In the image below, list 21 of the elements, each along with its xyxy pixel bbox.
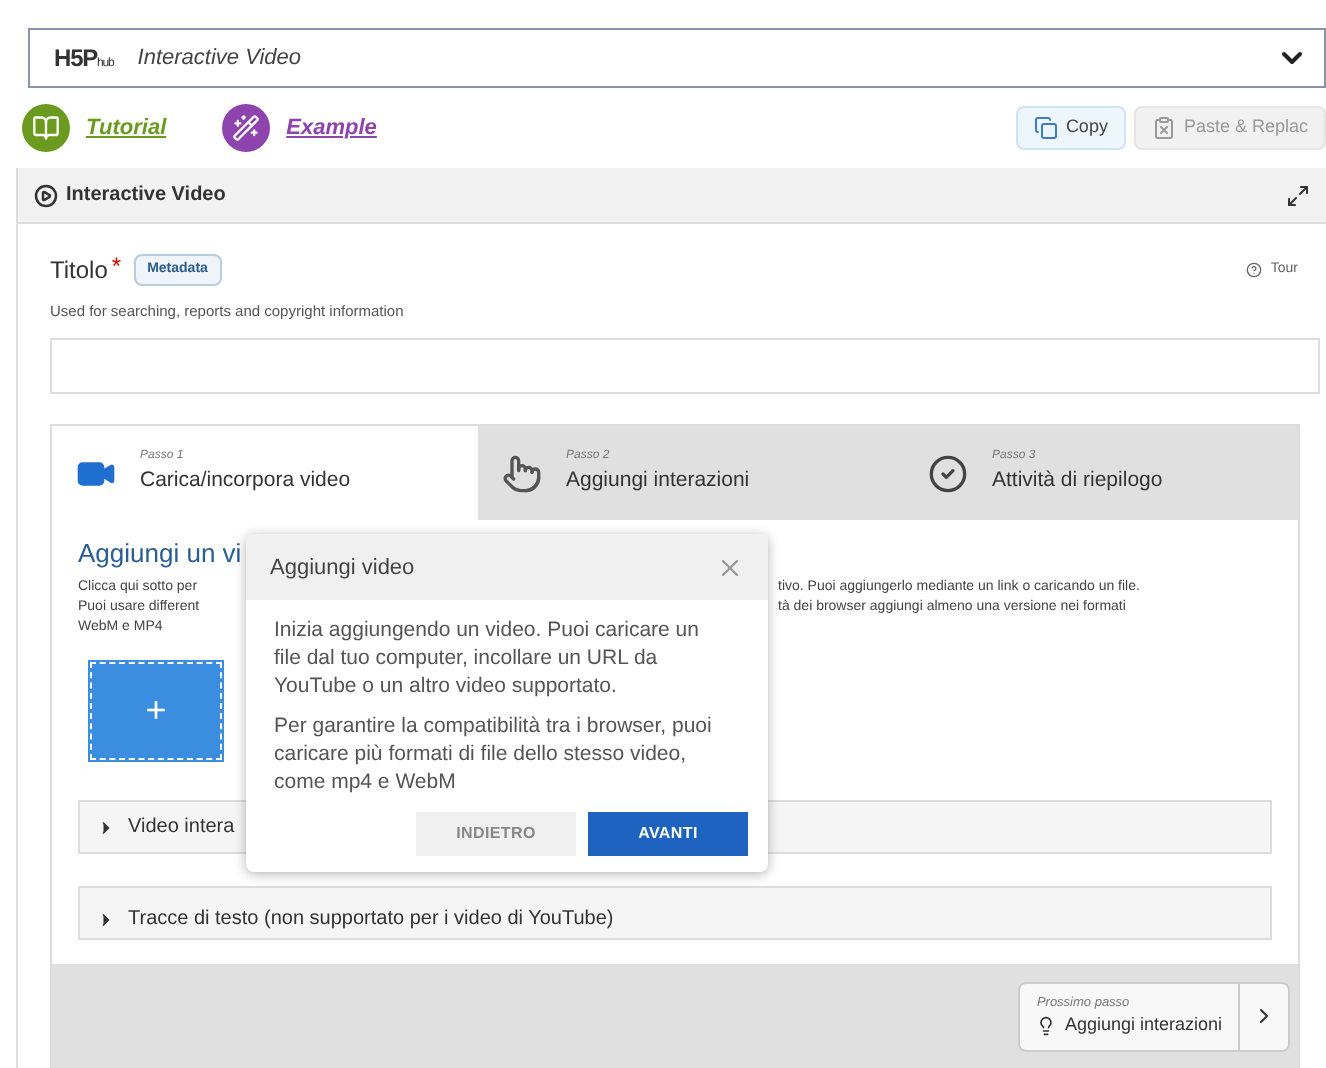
panel-title: Interactive Video — [66, 182, 226, 210]
copy-button[interactable]: Copy — [1015, 106, 1126, 150]
next-button[interactable]: AVANTI — [588, 812, 748, 857]
help-icon — [1246, 262, 1263, 278]
play-icon — [34, 183, 58, 207]
selector-title: Interactive Video — [137, 43, 302, 74]
popup-text: Per garantire la compatibilità tra i browser, puoi caricare più formati di file dello stesso video, come mp4 e WebM — [274, 712, 714, 797]
required-mark: * — [111, 250, 122, 284]
popup-title: Aggiungi video — [270, 553, 415, 583]
copy-icon — [1033, 116, 1058, 140]
section-heading: Aggiungi un vi — [78, 536, 242, 571]
lightbulb-icon — [1036, 1016, 1057, 1037]
fullscreen-icon[interactable] — [1286, 183, 1310, 207]
title-input[interactable] — [50, 338, 1320, 395]
check-circle-icon — [928, 453, 968, 494]
popup-text: Inizia aggiungendo un video. Puoi caricare un file dal tuo computer, incollare un URL da YouTube o un altro video supportato. — [274, 616, 701, 701]
touch-icon — [502, 453, 542, 494]
accordion-header[interactable]: Tracce di testo (non supportato per i video di YouTube) — [78, 886, 1272, 941]
field-label: Titolo — [50, 254, 108, 288]
help-link[interactable]: Example — [286, 111, 377, 145]
clipboard-icon — [1151, 116, 1176, 140]
